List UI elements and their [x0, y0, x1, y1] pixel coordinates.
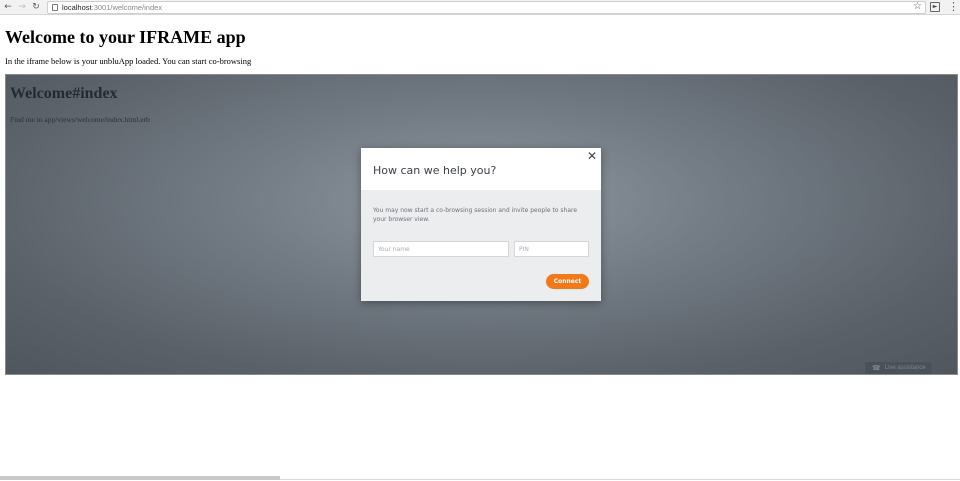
help-dialog: How can we help you? ✕ You may now start…	[361, 148, 601, 301]
kebab-menu-icon[interactable]: ⋮	[948, 0, 959, 13]
page-icon	[52, 4, 58, 11]
headset-icon: ☎	[872, 364, 881, 372]
pin-input[interactable]	[514, 241, 589, 257]
dialog-description: You may now start a co-browsing session …	[373, 207, 578, 223]
close-icon[interactable]: ✕	[587, 149, 597, 163]
dialog-header: How can we help you? ✕	[361, 148, 601, 190]
url-path: :3001/welcome/index	[91, 3, 163, 12]
browser-toolbar: ← → ↻ localhost :3001/welcome/index ☆ ► …	[0, 0, 960, 15]
iframe-text: Find me in app/views/welcome/index.html.…	[10, 115, 150, 124]
url-host: localhost	[62, 3, 92, 12]
live-assistance-button[interactable]: ☎ Live assistance	[864, 361, 933, 374]
address-bar[interactable]: localhost :3001/welcome/index ☆	[47, 1, 926, 14]
extension-icon[interactable]: ►	[930, 2, 940, 12]
star-icon[interactable]: ☆	[913, 1, 922, 12]
page-title: Welcome to your IFRAME app	[5, 27, 246, 47]
reload-icon[interactable]: ↻	[30, 1, 42, 13]
live-assistance-label: Live assistance	[884, 365, 926, 371]
iframe-title: Welcome#index	[10, 85, 118, 102]
forward-icon[interactable]: →	[16, 1, 28, 13]
horizontal-scrollbar[interactable]	[0, 476, 280, 480]
dialog-title: How can we help you?	[373, 164, 497, 177]
name-input[interactable]	[373, 241, 509, 257]
back-icon[interactable]: ←	[2, 1, 14, 13]
page-intro: In the iframe below is your unbluApp loa…	[5, 56, 252, 66]
connect-button[interactable]: Connect	[546, 274, 589, 289]
